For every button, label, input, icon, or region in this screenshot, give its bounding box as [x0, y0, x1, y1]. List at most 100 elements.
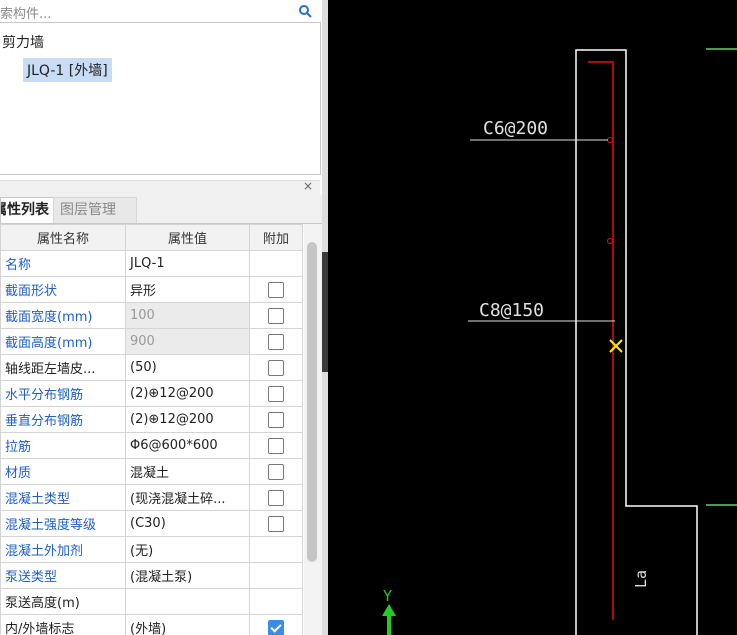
table-row[interactable]: 轴线距左墙皮... (50) [0, 354, 303, 381]
table-row[interactable]: 混凝土外加剂 (无) [0, 536, 303, 563]
header-property-name: 属性名称 [0, 224, 126, 251]
property-value[interactable]: (2)⊕12@200 [125, 406, 250, 433]
checkbox-icon[interactable] [268, 307, 284, 324]
property-value[interactable]: (2)⊕12@200 [125, 380, 250, 407]
property-extra [249, 536, 303, 563]
checkbox-icon[interactable] [268, 463, 284, 480]
property-name: 拉筋 [0, 432, 126, 459]
table-row[interactable]: 内/外墙标志 (外墙) [0, 614, 303, 635]
tab-layer-management[interactable]: 图层管理 [53, 197, 137, 223]
axis-y-label: Y [383, 587, 392, 605]
tab-property-list[interactable]: 属性列表 [0, 197, 54, 223]
y-axis-arrow-icon [382, 604, 396, 635]
property-value[interactable]: (现浇混凝土碎... [125, 484, 250, 511]
property-name: 垂直分布钢筋 [0, 406, 126, 433]
label-c8-150: C8@150 [479, 300, 544, 321]
checkbox-icon[interactable] [268, 411, 284, 428]
property-name: 材质 [0, 458, 126, 485]
table-row[interactable]: 拉筋 Φ6@600*600 [0, 432, 303, 459]
checkbox-icon[interactable] [268, 619, 284, 635]
property-extra [249, 380, 303, 407]
checkbox-icon[interactable] [268, 515, 284, 532]
tab-bar: 属性列表 图层管理 [0, 195, 322, 224]
table-row[interactable]: 截面高度(mm) 900 [0, 328, 303, 355]
property-extra [249, 614, 303, 635]
tree-root-shear-wall[interactable]: 剪力墙 [2, 32, 44, 52]
property-name: 截面高度(mm) [0, 328, 126, 355]
rebar-point-mid [607, 238, 613, 244]
property-extra [249, 328, 303, 355]
checkbox-icon[interactable] [268, 281, 284, 298]
property-name: 轴线距左墙皮... [0, 354, 126, 381]
property-name: 截面宽度(mm) [0, 302, 126, 329]
label-c6-200: C6@200 [483, 118, 548, 139]
vertical-scrollbar[interactable] [304, 224, 322, 635]
property-extra [249, 562, 303, 589]
property-extra [249, 302, 303, 329]
rebar-line [588, 61, 614, 620]
property-value[interactable]: (50) [125, 354, 250, 381]
table-row[interactable]: 截面宽度(mm) 100 [0, 302, 303, 329]
search-bar[interactable]: 索构件... [0, 0, 320, 23]
close-icon[interactable]: × [303, 179, 313, 193]
left-panel: 索构件... 剪力墙 JLQ-1 [外墙] × 属性列表 图层管理 属性名称 属… [0, 0, 322, 635]
table-row[interactable]: 混凝土类型 (现浇混凝土碎... [0, 484, 303, 511]
property-extra [249, 276, 303, 303]
property-name: 截面形状 [0, 276, 126, 303]
property-name: 名称 [0, 250, 126, 277]
property-value[interactable]: (无) [125, 536, 250, 563]
property-value[interactable]: (外墙) [125, 614, 250, 635]
property-name: 水平分布钢筋 [0, 380, 126, 407]
checkbox-icon[interactable] [268, 437, 284, 454]
property-value[interactable] [125, 588, 250, 615]
property-name: 混凝土类型 [0, 484, 126, 511]
property-value[interactable]: Φ6@600*600 [125, 432, 250, 459]
property-extra [249, 250, 303, 277]
property-value[interactable]: (C30) [125, 510, 250, 537]
property-value[interactable]: 混凝土 [125, 458, 250, 485]
table-row[interactable]: 垂直分布钢筋 (2)⊕12@200 [0, 406, 303, 433]
table-row[interactable]: 泵送高度(m) [0, 588, 303, 615]
property-name: 泵送高度(m) [0, 588, 126, 615]
component-tree: 剪力墙 JLQ-1 [外墙] [0, 22, 321, 175]
property-extra [249, 354, 303, 381]
property-extra [249, 458, 303, 485]
header-extra: 附加 [249, 224, 303, 251]
cad-canvas[interactable]: C6@200 C8@150 La Y [328, 0, 737, 635]
label-la: La [632, 570, 650, 588]
rebar-point-top [607, 137, 613, 143]
scrollbar-thumb[interactable] [307, 242, 317, 562]
search-input[interactable]: 索构件... [0, 3, 51, 22]
cad-drawing: C6@200 C8@150 La Y [382, 48, 737, 635]
panel-header-bar: × [0, 179, 320, 195]
x-marker-icon[interactable] [609, 339, 623, 353]
table-row[interactable]: 名称 JLQ-1 [0, 250, 303, 277]
search-icon[interactable] [298, 4, 312, 18]
table-row[interactable]: 泵送类型 (混凝土泵) [0, 562, 303, 589]
property-extra [249, 510, 303, 537]
grid-header-row: 属性名称 属性值 附加 [0, 224, 303, 251]
property-value: 100 [125, 302, 250, 329]
checkbox-icon[interactable] [268, 333, 284, 350]
property-value[interactable]: JLQ-1 [125, 250, 250, 277]
table-row[interactable]: 混凝土强度等级 (C30) [0, 510, 303, 537]
checkbox-icon[interactable] [268, 359, 284, 376]
table-row[interactable]: 水平分布钢筋 (2)⊕12@200 [0, 380, 303, 407]
property-name: 混凝土强度等级 [0, 510, 126, 537]
table-row[interactable]: 材质 混凝土 [0, 458, 303, 485]
property-name: 混凝土外加剂 [0, 536, 126, 563]
property-extra [249, 406, 303, 433]
property-value[interactable]: 异形 [125, 276, 250, 303]
header-property-value: 属性值 [125, 224, 250, 251]
property-value: 900 [125, 328, 250, 355]
property-extra [249, 588, 303, 615]
tree-item-selected[interactable]: JLQ-1 [外墙] [23, 58, 112, 82]
property-value[interactable]: (混凝土泵) [125, 562, 250, 589]
wall-outline [575, 49, 698, 635]
table-row[interactable]: 截面形状 异形 [0, 276, 303, 303]
checkbox-icon[interactable] [268, 385, 284, 402]
checkbox-icon[interactable] [268, 489, 284, 506]
property-extra [249, 432, 303, 459]
property-name: 泵送类型 [0, 562, 126, 589]
property-name: 内/外墙标志 [0, 614, 126, 635]
